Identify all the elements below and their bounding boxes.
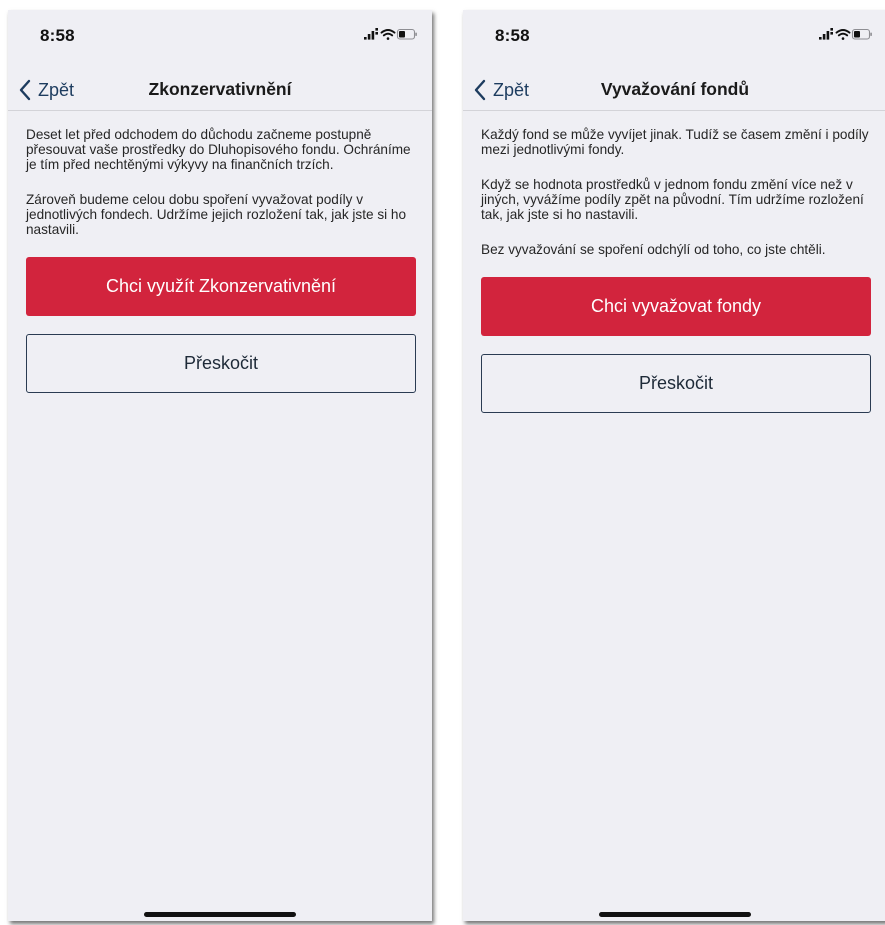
description-paragraph: Zároveň budeme celou dobu spoření vyvažo… [26, 192, 407, 237]
nav-bar: Zpět Zkonzervativnění [8, 70, 432, 111]
screen-zkonzervativneni: 8:58 Zpět Zkonzervativnění Deset let pře… [8, 10, 432, 921]
nav-bar: Zpět Vyvažování fondů [463, 70, 885, 111]
balance-funds-button[interactable]: Chci vyvažovat fondy [481, 277, 871, 336]
description-paragraph: Každý fond se může vyvíjet jinak. Tudíž … [481, 127, 869, 157]
skip-button[interactable]: Přeskočit [26, 334, 416, 393]
signal-icon [819, 28, 833, 40]
status-icons [819, 28, 873, 42]
screen-vyvazovani-fondu: 8:58 Zpět Vyvažování fondů Každý fond se… [463, 10, 885, 921]
description-paragraph: Když se hodnota prostředků v jednom fond… [481, 177, 864, 222]
status-time: 8:58 [40, 26, 75, 45]
wifi-icon [380, 29, 396, 40]
status-bar: 8:58 [463, 10, 885, 60]
home-indicator [599, 912, 751, 917]
status-time: 8:58 [495, 26, 530, 45]
wifi-icon [835, 29, 851, 40]
battery-icon [396, 28, 417, 40]
description-paragraph: Deset let před odchodem do důchodu začne… [26, 127, 411, 172]
status-icons [364, 28, 418, 42]
status-bar: 8:58 [8, 10, 432, 60]
home-indicator [144, 912, 296, 917]
battery-icon [851, 28, 872, 40]
page-title: Zkonzervativnění [148, 79, 292, 99]
content: Každý fond se může vyvíjet jinak. Tudíž … [481, 127, 873, 413]
skip-button[interactable]: Přeskočit [481, 354, 871, 413]
description-paragraph: Bez vyvažování se spoření odchýlí od toh… [481, 242, 826, 257]
page-title: Vyvažování fondů [600, 79, 750, 99]
content: Deset let před odchodem do důchodu začne… [26, 127, 418, 393]
signal-icon [364, 28, 378, 40]
use-zkonzervativneni-button[interactable]: Chci využít Zkonzervativnění [26, 257, 416, 316]
